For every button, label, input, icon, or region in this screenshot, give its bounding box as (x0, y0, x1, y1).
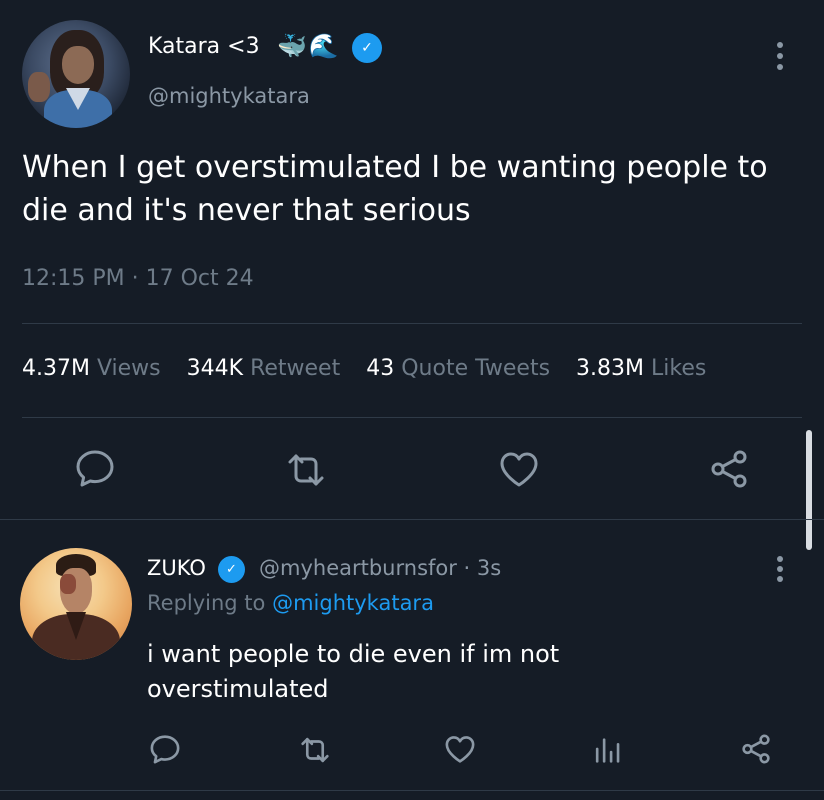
retweets-count: 344K (186, 356, 244, 381)
reply-handle-time[interactable]: @myheartburnsfor · 3s (259, 556, 501, 580)
quotes-count: 43 (366, 356, 395, 381)
more-options-icon[interactable] (768, 38, 792, 74)
tweet-timestamp[interactable]: 12:15 PM · 17 Oct 24 (22, 266, 254, 291)
analytics-icon[interactable] (591, 732, 625, 766)
likes-stat[interactable]: 3.83M Likes (576, 356, 706, 381)
retweet-icon[interactable] (284, 448, 328, 492)
verified-badge-icon: ✓ (352, 33, 382, 63)
reply-author-name[interactable]: ZUKO (147, 556, 206, 580)
retweets-stat[interactable]: 344K Retweet (187, 356, 341, 381)
quotes-stat[interactable]: 43 Quote Tweets (366, 356, 550, 381)
divider (0, 519, 824, 520)
likes-label: Likes (651, 356, 707, 381)
views-stat[interactable]: 4.37M Views (22, 356, 161, 381)
author-avatar[interactable] (22, 20, 130, 128)
tweet-text: When I get overstimulated I be wanting p… (22, 150, 768, 228)
reply-author-avatar[interactable] (20, 548, 132, 660)
share-icon[interactable] (739, 732, 773, 766)
replying-mention-link[interactable]: @mightykatara (272, 591, 434, 615)
reply-icon[interactable] (148, 732, 182, 766)
divider (22, 323, 802, 324)
heart-icon[interactable] (497, 447, 541, 491)
reply-text: i want people to die even if im not over… (147, 640, 560, 703)
quotes-label: Quote Tweets (401, 356, 551, 381)
replying-to: Replying to @mightykatara (147, 591, 434, 615)
author-name[interactable]: Katara <3 (148, 34, 260, 59)
scrollbar[interactable] (806, 430, 812, 550)
views-count: 4.37M (22, 356, 90, 381)
verified-badge-icon: ✓ (218, 556, 245, 583)
reply-icon[interactable] (73, 446, 117, 490)
heart-icon[interactable] (443, 732, 477, 766)
author-handle[interactable]: @mightykatara (148, 84, 310, 108)
replying-prefix: Replying to (147, 591, 273, 615)
retweets-label: Retweet (250, 356, 341, 381)
retweet-icon[interactable] (298, 733, 332, 767)
divider (0, 790, 824, 791)
author-name-emojis: 🐳🌊 (277, 32, 341, 60)
tweet-stats: 4.37M Views 344K Retweet 43 Quote Tweets… (22, 356, 732, 381)
views-label: Views (96, 356, 161, 381)
share-icon[interactable] (707, 447, 751, 491)
likes-count: 3.83M (576, 356, 645, 381)
divider (22, 417, 802, 418)
more-options-icon[interactable] (768, 554, 792, 584)
